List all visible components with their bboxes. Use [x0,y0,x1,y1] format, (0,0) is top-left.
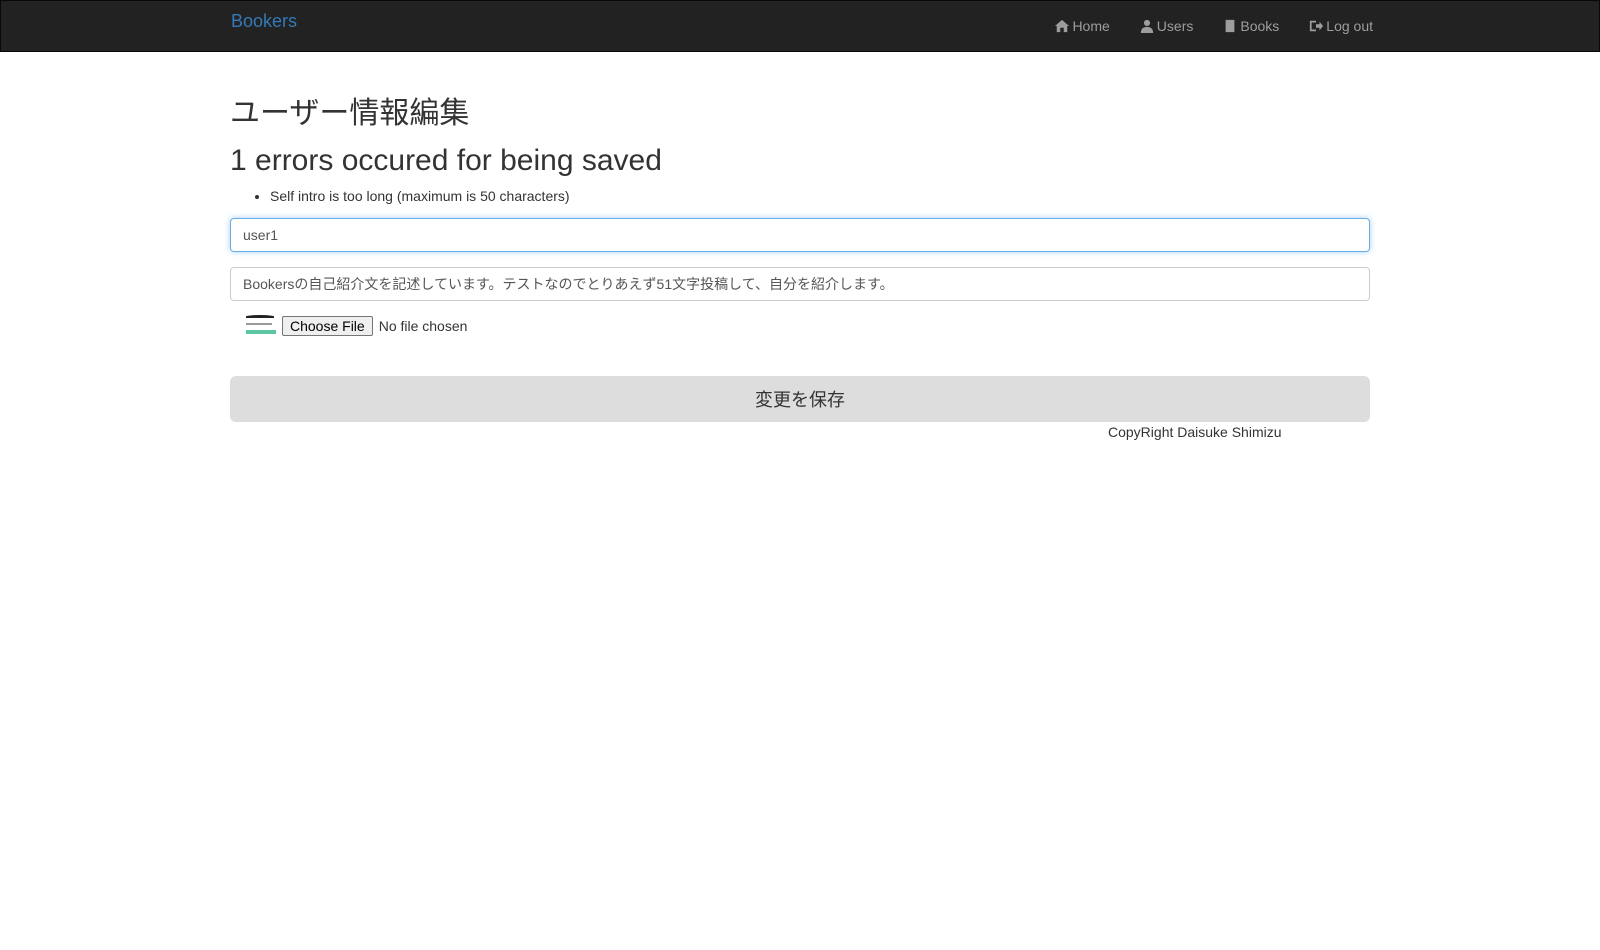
book-icon [1225,19,1235,33]
nav-users[interactable]: Users [1140,18,1194,34]
navbar: Bookers Home Users Books Log out [0,0,1600,52]
choose-file-button[interactable]: Choose File [282,316,373,336]
brand-link[interactable]: Bookers [231,11,297,32]
save-button[interactable]: 変更を保存 [230,376,1370,422]
footer-copyright: CopyRight Daisuke Shimizu [1108,424,1282,440]
name-input[interactable] [230,218,1370,252]
page-title: ユーザー情報編集 [230,97,470,130]
image-upload: Choose File No file chosen [244,315,467,337]
nav-logout-label: Log out [1326,18,1373,34]
error-item: Self intro is too long (maximum is 50 ch… [270,188,570,204]
nav-books-label: Books [1240,18,1280,34]
error-heading: 1 errors occured for being saved [230,144,662,177]
nav-logout[interactable]: Log out [1309,18,1373,34]
nav-home-label: Home [1072,18,1110,34]
logout-icon [1310,20,1324,32]
error-list: Self intro is too long (maximum is 50 ch… [230,188,570,204]
profile-image-thumbnail [244,315,276,337]
file-status: No file chosen [378,318,468,334]
nav-users-label: Users [1156,18,1194,34]
home-icon [1055,19,1070,33]
nav-home[interactable]: Home [1055,18,1110,34]
nav-books[interactable]: Books [1223,18,1279,34]
nav-links: Home Users Books Log out [1055,18,1373,34]
user-icon [1140,19,1153,33]
intro-input[interactable] [230,267,1370,301]
